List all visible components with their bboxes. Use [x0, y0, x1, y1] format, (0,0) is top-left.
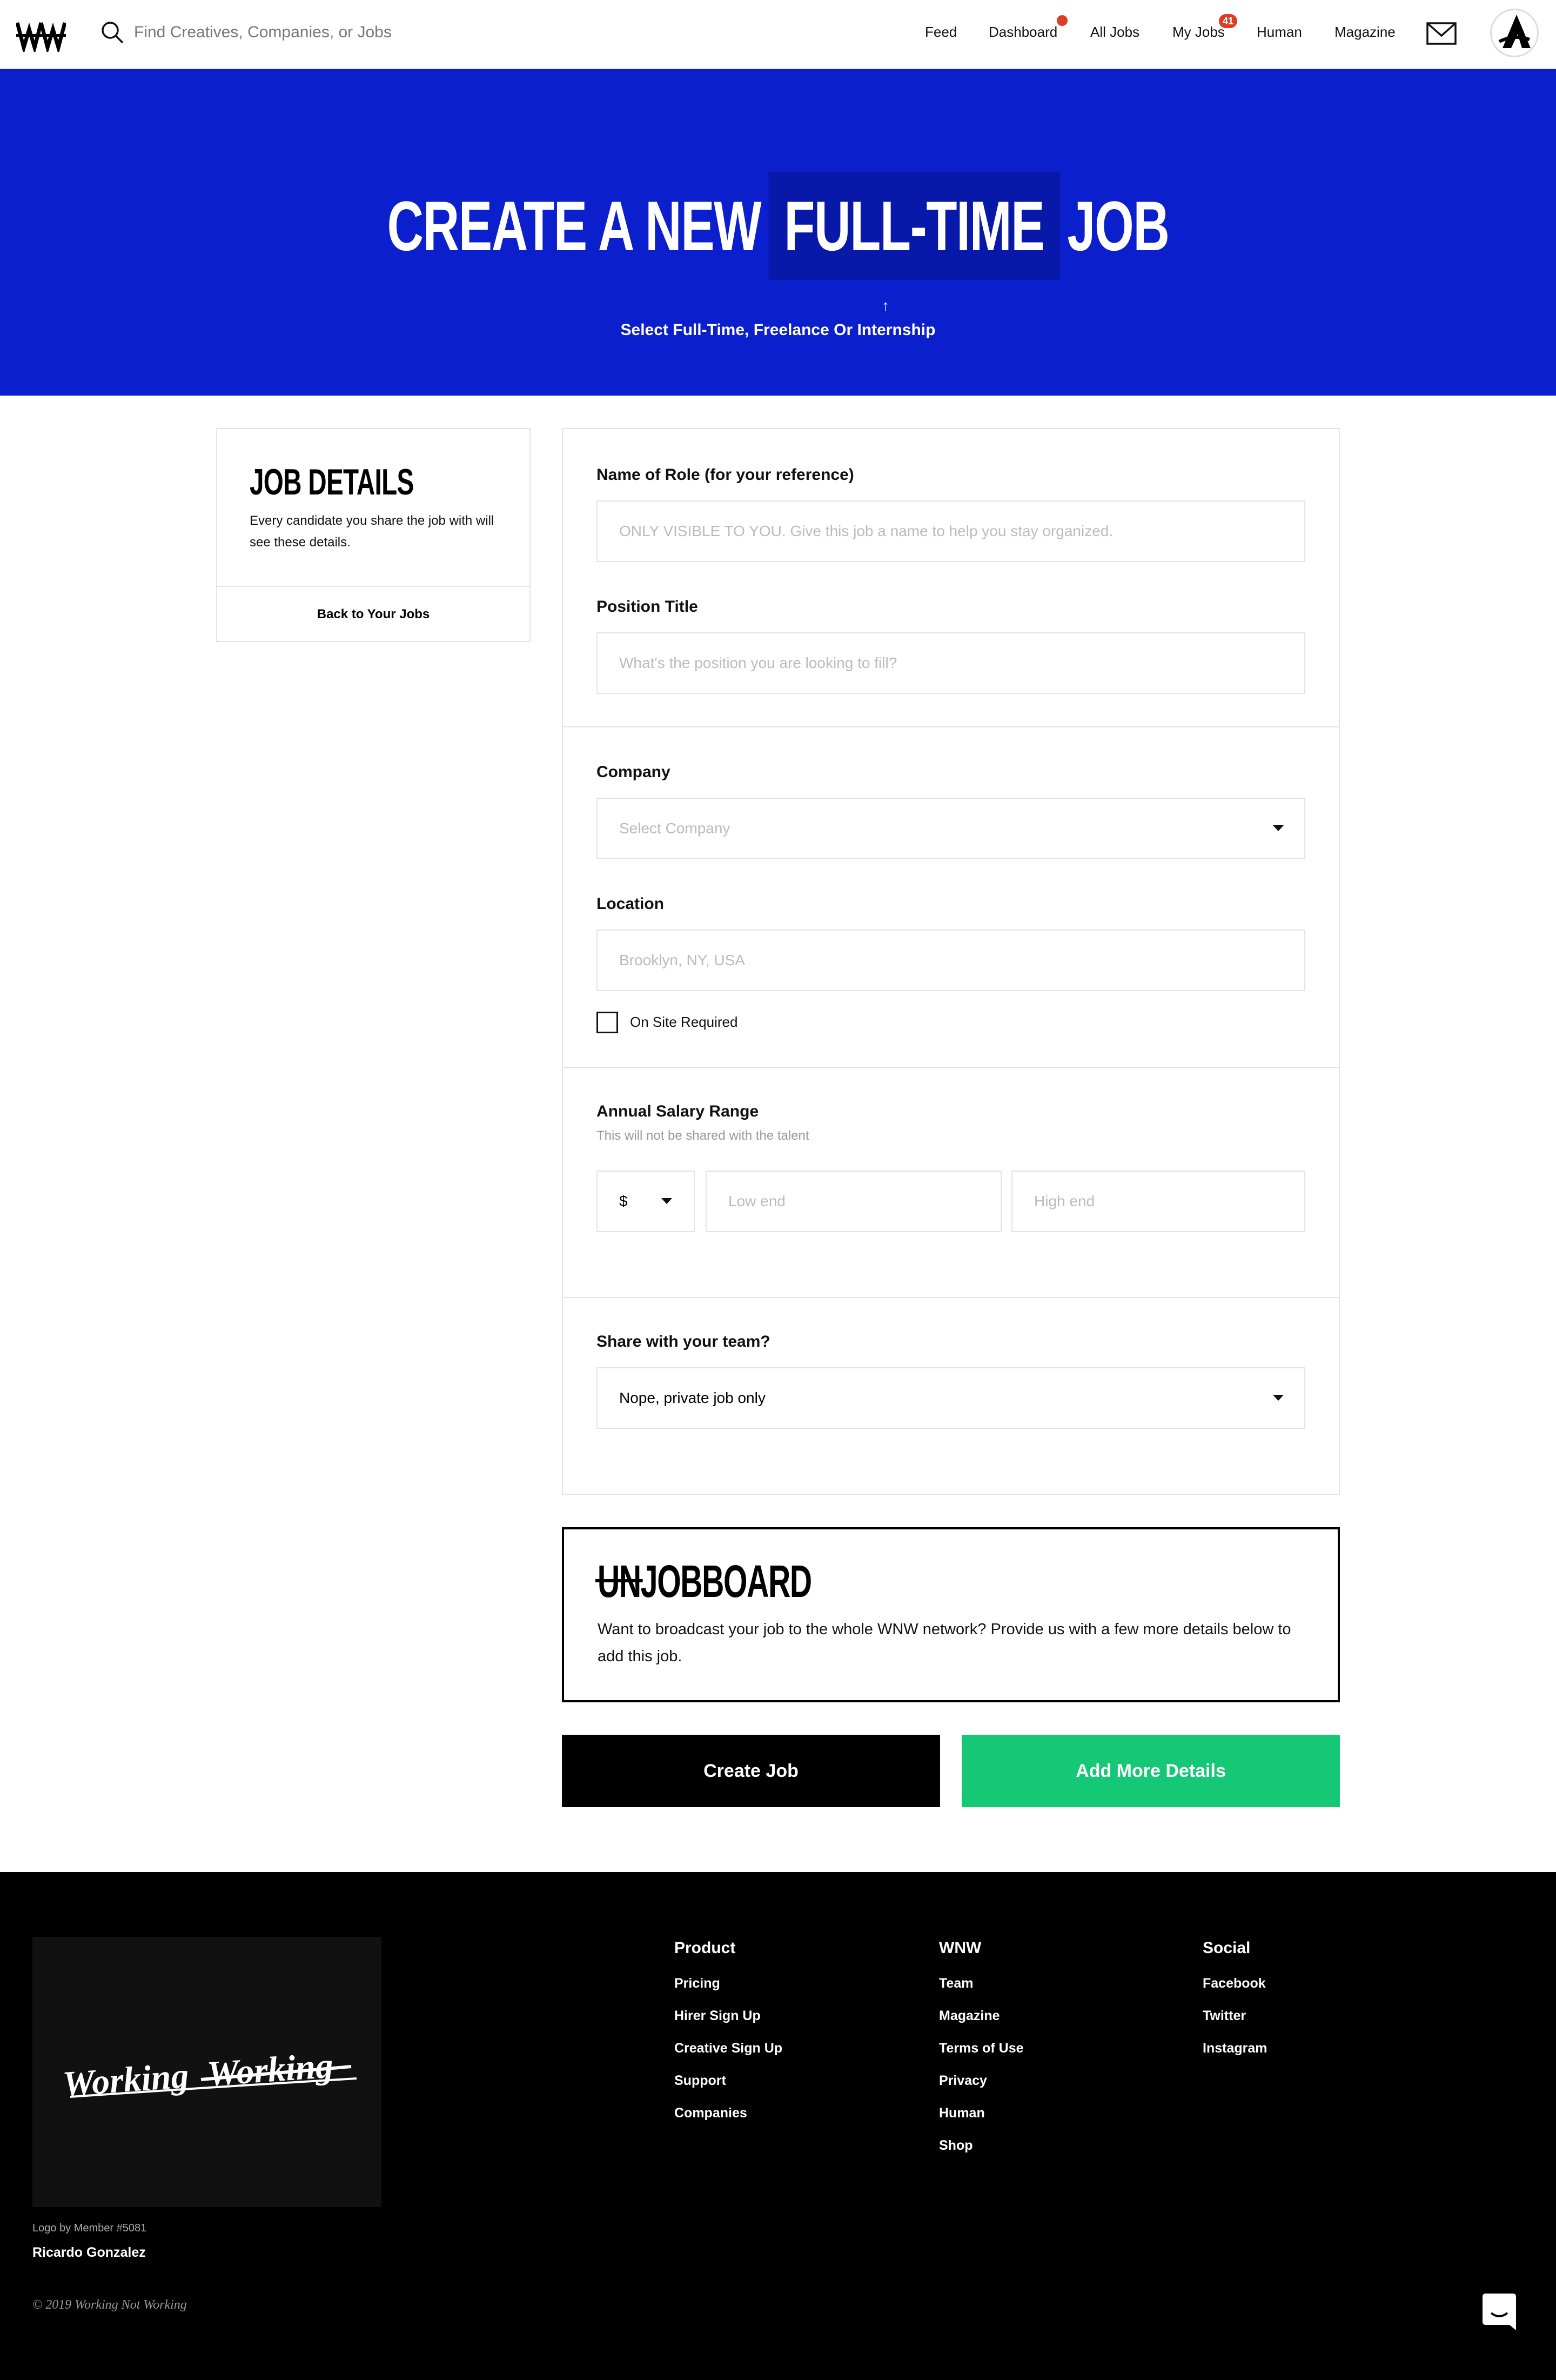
footer: Working Working Logo by Member #5081 Ric… — [0, 1872, 1556, 2380]
job-details-title: JOB DETAILS — [250, 462, 414, 503]
position-title-input[interactable] — [596, 632, 1305, 694]
section-divider — [563, 1297, 1339, 1298]
user-avatar[interactable] — [1490, 9, 1539, 57]
avatar-logo-icon — [1498, 15, 1531, 48]
unjobboard-logo-rest: JOBBOARD — [640, 1556, 812, 1607]
footer-col-wnw-title: WNW — [939, 1939, 982, 1957]
footer-link-terms[interactable]: Terms of Use — [939, 2041, 1024, 2056]
location-label: Location — [596, 895, 664, 913]
mail-icon[interactable] — [1426, 22, 1457, 45]
salary-high-input[interactable] — [1011, 1171, 1305, 1232]
nav-magazine[interactable]: Magazine — [1334, 24, 1396, 41]
footer-link-instagram[interactable]: Instagram — [1203, 2041, 1267, 2056]
unjobboard-text: Want to broadcast your job to the whole … — [598, 1621, 1291, 1665]
footer-link-support[interactable]: Support — [674, 2073, 726, 2089]
unjobboard-logo: UNJOBBOARD — [595, 1555, 812, 1607]
currency-select[interactable]: $ — [596, 1171, 695, 1232]
add-more-details-button[interactable]: Add More Details — [962, 1735, 1340, 1807]
job-details-description: Every candidate you share the job with w… — [250, 513, 494, 550]
copyright: © 2019 Working Not Working — [32, 2298, 187, 2312]
logo-credit-name[interactable]: Ricardo Gonzalez — [32, 2245, 146, 2261]
hero-title-suffix: JOB — [1067, 186, 1170, 265]
chevron-down-icon — [1273, 1395, 1284, 1401]
nav-all-jobs[interactable]: All Jobs — [1090, 24, 1139, 41]
hero-title-prefix: CREATE A NEW — [387, 186, 761, 265]
section-divider — [563, 726, 1339, 727]
footer-col-product-title: Product — [674, 1939, 736, 1957]
working-working-script-logo: Working Working — [62, 2046, 357, 2104]
footer-link-magazine[interactable]: Magazine — [939, 2008, 1000, 2024]
dashboard-notification-dot — [1057, 15, 1068, 26]
share-select[interactable]: Nope, private job only — [596, 1367, 1305, 1429]
footer-link-shop[interactable]: Shop — [939, 2138, 973, 2154]
member-logo-artwork: Working Working — [32, 1937, 381, 2207]
share-label: Share with your team? — [596, 1333, 770, 1351]
hero-subtitle: Select Full-Time, Freelance Or Internshi… — [620, 321, 936, 339]
company-label: Company — [596, 763, 670, 781]
job-type-selector[interactable]: FULL-TIME — [768, 172, 1059, 280]
role-name-label: Name of Role (for your reference) — [596, 466, 854, 484]
unjobboard-card: UNJOBBOARD Want to broadcast your job to… — [562, 1527, 1340, 1702]
nav-human[interactable]: Human — [1257, 24, 1302, 41]
chevron-down-icon — [1273, 825, 1284, 831]
arrow-up-icon: ↑ — [882, 297, 889, 314]
logo-credit-label: Logo by Member #5081 — [32, 2222, 147, 2234]
wnw-logo-icon[interactable] — [16, 17, 66, 52]
footer-link-pricing[interactable]: Pricing — [674, 1976, 720, 1991]
company-select[interactable]: Select Company — [596, 798, 1305, 859]
currency-value: $ — [619, 1193, 628, 1209]
search-input[interactable] — [134, 18, 512, 46]
footer-link-hirer-sign-up[interactable]: Hirer Sign Up — [674, 2008, 761, 2024]
on-site-checkbox[interactable] — [596, 1012, 618, 1033]
salary-label: Annual Salary Range — [596, 1102, 759, 1120]
position-title-label: Position Title — [596, 598, 698, 616]
location-input[interactable] — [596, 930, 1305, 991]
unjobboard-logo-strike: UN — [595, 1556, 643, 1607]
back-to-jobs-link[interactable]: Back to Your Jobs — [217, 587, 529, 642]
footer-link-human[interactable]: Human — [939, 2105, 985, 2121]
create-job-button[interactable]: Create Job — [562, 1735, 940, 1807]
page-title: CREATE A NEW FULL-TIME JOB — [218, 172, 1338, 280]
footer-link-creative-sign-up[interactable]: Creative Sign Up — [674, 2041, 782, 2056]
chat-icon — [1483, 2294, 1516, 2330]
footer-link-twitter[interactable]: Twitter — [1203, 2008, 1246, 2024]
nav-feed[interactable]: Feed — [925, 24, 957, 41]
salary-low-input[interactable] — [706, 1171, 1002, 1232]
company-select-value: Select Company — [619, 820, 730, 837]
footer-link-facebook[interactable]: Facebook — [1203, 1976, 1266, 1991]
share-select-value: Nope, private job only — [619, 1389, 766, 1406]
role-name-input[interactable] — [596, 500, 1305, 562]
search-icon[interactable] — [100, 21, 124, 44]
job-form: Name of Role (for your reference) Positi… — [562, 428, 1340, 1495]
hero-banner: CREATE A NEW FULL-TIME JOB ↑ Select Full-T… — [0, 69, 1556, 396]
nav-my-jobs[interactable]: My Jobs — [1172, 24, 1225, 41]
nav-dashboard[interactable]: Dashboard — [989, 24, 1057, 41]
my-jobs-count-badge: 41 — [1219, 14, 1237, 28]
footer-link-team[interactable]: Team — [939, 1976, 973, 1991]
top-nav: Feed Dashboard All Jobs My Jobs 41 Human… — [0, 0, 1556, 69]
footer-link-companies[interactable]: Companies — [674, 2105, 747, 2121]
footer-link-privacy[interactable]: Privacy — [939, 2073, 987, 2089]
on-site-label: On Site Required — [630, 1014, 738, 1030]
chevron-down-icon — [661, 1198, 672, 1204]
job-details-card: JOB DETAILS Every candidate you share th… — [216, 428, 531, 642]
salary-hint: This will not be shared with the talent — [596, 1128, 809, 1143]
chat-launcher-button[interactable] — [1459, 2270, 1540, 2351]
section-divider — [563, 1067, 1339, 1068]
footer-col-social-title: Social — [1203, 1939, 1251, 1957]
